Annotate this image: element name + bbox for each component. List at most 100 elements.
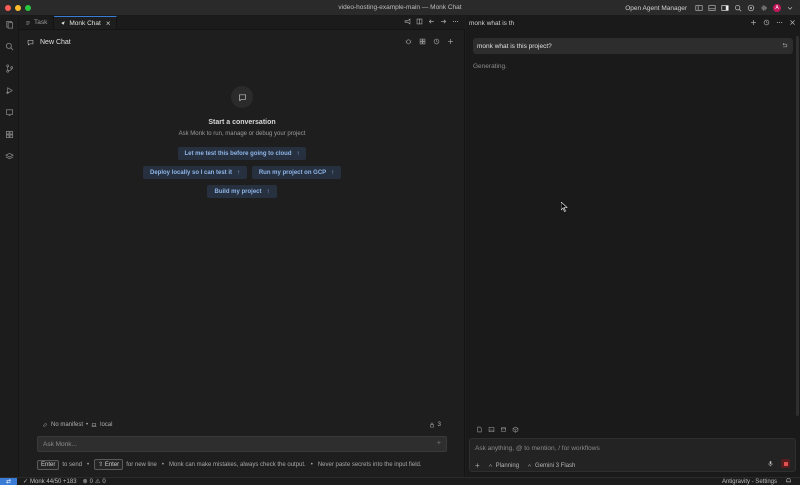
arrow-left-icon[interactable] <box>428 18 435 27</box>
database-icon[interactable] <box>500 426 507 435</box>
chat-bubble-icon <box>27 39 34 46</box>
search-icon[interactable] <box>734 4 742 12</box>
bug-icon[interactable] <box>405 38 412 47</box>
suggestion-label: Run my project on GCP <box>258 169 327 176</box>
close-icon[interactable] <box>789 19 796 28</box>
undo-icon[interactable] <box>781 42 788 51</box>
run-debug-icon[interactable] <box>5 86 14 97</box>
context-row: No manifest • local <box>42 422 112 428</box>
generating-status: Generating. <box>473 63 507 70</box>
chevron-down-icon[interactable] <box>786 4 794 12</box>
chat-header: New Chat <box>19 30 465 54</box>
warning-text: Never paste secrets into the input field… <box>317 461 422 468</box>
history-icon[interactable] <box>433 38 440 47</box>
suggestion-deploy-locally[interactable]: Deploy locally so I can test it ↑ <box>143 166 247 179</box>
monk-chat-input[interactable] <box>43 440 423 448</box>
error-count: 0 <box>89 478 93 485</box>
tab-task[interactable]: Task <box>19 16 55 29</box>
agent-input-box: + Planning Gemini 3 Flash <box>469 438 796 472</box>
model-selector[interactable]: Gemini 3 Flash <box>527 463 575 469</box>
warning-icon: ⚠ <box>94 479 101 485</box>
open-agent-manager-button[interactable]: Open Agent Manager <box>625 5 687 12</box>
image-icon[interactable] <box>488 426 495 435</box>
extensions-icon[interactable] <box>5 130 14 141</box>
title-bar: video-hosting-example-main — Monk Chat O… <box>0 0 800 16</box>
maximize-window-button[interactable] <box>25 4 31 11</box>
monk-icon <box>61 21 66 25</box>
split-editor-icon[interactable] <box>416 18 423 27</box>
mouse-cursor-icon <box>560 201 568 214</box>
chat-header-actions <box>405 38 454 47</box>
chat-input-box: + <box>37 436 447 452</box>
suggestion-build-project[interactable]: Build my project ↑ <box>207 185 277 198</box>
megaphone-icon[interactable] <box>404 18 411 27</box>
editor-tab-bar: Task Monk Chat × <box>19 16 465 30</box>
grid-icon[interactable] <box>419 38 426 47</box>
stop-icon <box>783 461 788 466</box>
arrow-up-icon: ↑ <box>331 169 335 176</box>
suggestion-test-before-cloud[interactable]: Let me test this before going to cloud ↑ <box>178 147 306 160</box>
user-message-text: monk what is this project? <box>477 42 552 50</box>
close-tab-icon[interactable]: × <box>106 19 111 28</box>
environment-label[interactable]: local <box>100 422 112 428</box>
check-icon: ✓ <box>23 479 29 485</box>
manifest-status[interactable]: No manifest <box>51 422 83 428</box>
suggestion-run-on-gcp[interactable]: Run my project on GCP ↑ <box>252 166 341 179</box>
explorer-icon[interactable] <box>5 20 14 31</box>
gear-icon[interactable] <box>760 4 768 12</box>
mode-selector[interactable]: Planning <box>488 463 519 469</box>
arrow-up-icon: ↑ <box>266 188 270 195</box>
more-icon[interactable] <box>776 19 783 28</box>
monk-status[interactable]: ✓ Monk 44/50 +183 <box>23 478 77 485</box>
monk-icon[interactable] <box>4 152 14 163</box>
toggle-primary-sidebar-icon[interactable] <box>695 4 703 12</box>
suggestion-label: Build my project <box>214 188 262 195</box>
extensions-icon[interactable] <box>747 4 755 12</box>
disclaimer-text: Monk can make mistakes, always check the… <box>168 461 306 468</box>
plus-icon[interactable] <box>750 19 757 28</box>
arrow-up-icon: ↑ <box>237 169 241 176</box>
add-context-button[interactable]: + <box>475 461 480 470</box>
lock-count: 3 <box>437 422 441 428</box>
search-icon[interactable] <box>5 42 14 53</box>
hint-text: to send <box>62 461 83 468</box>
status-bar-right: Antigravity - Settings <box>722 477 792 485</box>
monk-status-text: Monk 44/50 +183 <box>30 478 77 485</box>
toggle-panel-icon[interactable] <box>708 4 716 12</box>
mode-label: Planning <box>495 462 520 469</box>
tab-label: Monk Chat <box>69 19 101 27</box>
add-context-button[interactable]: + <box>437 440 441 447</box>
cube-icon[interactable] <box>512 426 519 435</box>
remote-explorer-icon[interactable] <box>5 108 14 119</box>
chevron-up-icon <box>527 464 532 467</box>
microphone-icon[interactable] <box>767 460 774 469</box>
history-icon[interactable] <box>763 19 770 28</box>
bell-icon[interactable] <box>785 477 792 485</box>
stop-generation-button[interactable] <box>781 459 790 468</box>
lock-indicator[interactable]: 3 <box>429 422 441 428</box>
more-icon[interactable] <box>452 18 459 27</box>
empty-state-subtitle: Ask Monk to run, manage or debug your pr… <box>178 131 306 137</box>
remote-icon[interactable]: ⇄ <box>0 477 17 485</box>
arrow-right-icon[interactable] <box>440 18 447 27</box>
file-icon[interactable] <box>476 426 483 435</box>
toggle-secondary-sidebar-icon[interactable] <box>721 4 729 12</box>
agent-input-options: + Planning Gemini 3 Flash <box>475 461 575 470</box>
minimize-window-button[interactable] <box>15 4 21 11</box>
plus-icon[interactable] <box>447 38 454 47</box>
avatar[interactable]: A <box>773 4 781 12</box>
source-control-icon[interactable] <box>5 64 14 75</box>
separator: • <box>86 422 89 428</box>
problems-indicator[interactable]: ⊗ 0 ⚠ 0 <box>83 478 106 485</box>
lock-icon <box>429 422 434 428</box>
laptop-icon <box>91 423 97 427</box>
close-window-button[interactable] <box>5 4 11 11</box>
tab-monk-chat[interactable]: Monk Chat × <box>54 16 118 29</box>
settings-status[interactable]: Antigravity - Settings <box>722 479 777 485</box>
input-hints: Enter to send • ⇧ Enter for new line • M… <box>37 459 422 470</box>
activity-bar <box>0 16 19 477</box>
agent-chat-input[interactable] <box>475 445 775 452</box>
empty-state: Start a conversation Ask Monk to run, ma… <box>19 86 465 137</box>
chat-title: New Chat <box>40 38 71 46</box>
scrollbar[interactable] <box>796 36 799 416</box>
